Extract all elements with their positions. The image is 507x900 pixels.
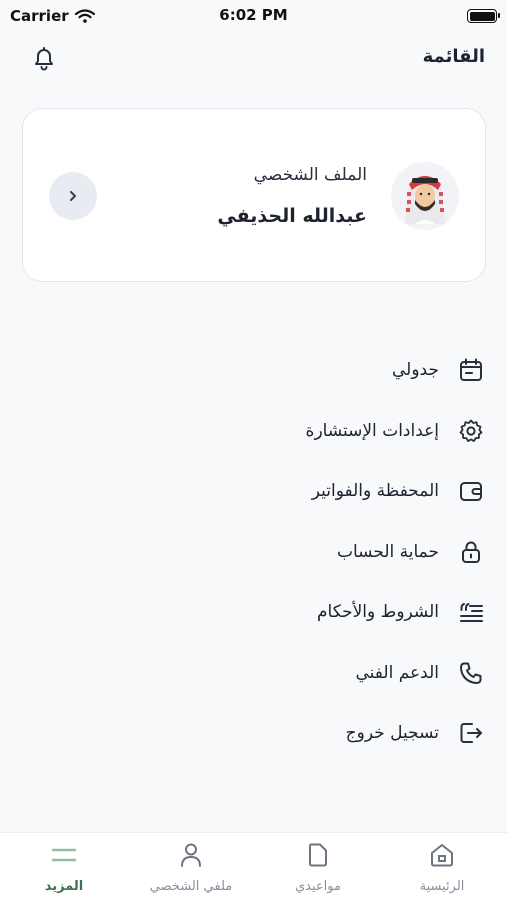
document-icon — [263, 839, 373, 871]
profile-name: عبدالله الحذيفي — [217, 205, 367, 227]
bell-icon[interactable] — [30, 44, 58, 72]
profile-card[interactable]: الملف الشخصي عبدالله الحذيفي — [22, 108, 486, 282]
menu-item-label: جدولي — [392, 360, 439, 381]
status-left: Carrier — [10, 7, 95, 25]
wifi-icon — [74, 9, 95, 23]
gear-icon — [457, 417, 485, 445]
menu-item-logout[interactable]: تسجيل خروج — [65, 703, 485, 764]
calendar-icon — [457, 356, 485, 384]
profile-label: الملف الشخصي — [253, 165, 367, 185]
menu-item-wallet[interactable]: المحفظة والفواتير — [65, 461, 485, 522]
wallet-icon — [457, 477, 485, 505]
menu-item-schedule[interactable]: جدولي — [65, 340, 485, 401]
menu-item-label: تسجيل خروج — [345, 723, 439, 744]
menu-list: جدولي إعدادات الإستشارة المحفظة والفواتي… — [65, 340, 485, 764]
menu-item-label: الشروط والأحكام — [316, 602, 439, 623]
nav-label-my-profile: ملفي الشخصي — [149, 879, 233, 894]
lock-icon — [457, 538, 485, 566]
menu-item-label: حماية الحساب — [337, 541, 439, 562]
chevron-left-icon — [70, 191, 76, 201]
status-bar: Carrier 6:02 PM — [0, 0, 507, 32]
nav-label-home: الرئيسية — [419, 879, 465, 894]
menu-item-label: الدعم الفني — [355, 662, 440, 683]
header: القائمة — [0, 38, 507, 78]
phone-icon — [457, 659, 485, 687]
menu-item-label: إعدادات الإستشارة — [305, 420, 439, 441]
nav-item-home[interactable]: الرئيسية — [387, 839, 497, 894]
menu-icon — [9, 839, 119, 871]
nav-item-appointments[interactable]: مواعيدي — [263, 839, 373, 894]
nav-label-more: المزيد — [44, 879, 84, 894]
page-title: القائمة — [422, 46, 485, 67]
home-icon — [387, 839, 497, 871]
terms-icon — [457, 598, 485, 626]
avatar — [391, 162, 459, 230]
bottom-nav: الرئيسية مواعيدي ملفي الشخصي المزيد — [0, 832, 507, 900]
battery-icon — [467, 9, 500, 23]
menu-item-support[interactable]: الدعم الفني — [65, 643, 485, 704]
nav-label-appointments: مواعيدي — [295, 879, 341, 894]
menu-item-consultation-settings[interactable]: إعدادات الإستشارة — [65, 401, 485, 462]
nav-item-more[interactable]: المزيد — [9, 839, 119, 894]
carrier-label: Carrier — [10, 7, 69, 25]
logout-icon — [457, 719, 485, 747]
nav-item-my-profile[interactable]: ملفي الشخصي — [136, 839, 246, 894]
menu-item-terms[interactable]: الشروط والأحكام — [65, 582, 485, 643]
status-time: 6:02 PM — [219, 6, 288, 24]
menu-item-label: المحفظة والفواتير — [311, 481, 439, 502]
menu-item-account-security[interactable]: حماية الحساب — [65, 522, 485, 583]
person-icon — [136, 839, 246, 871]
profile-open-button[interactable] — [49, 172, 97, 220]
